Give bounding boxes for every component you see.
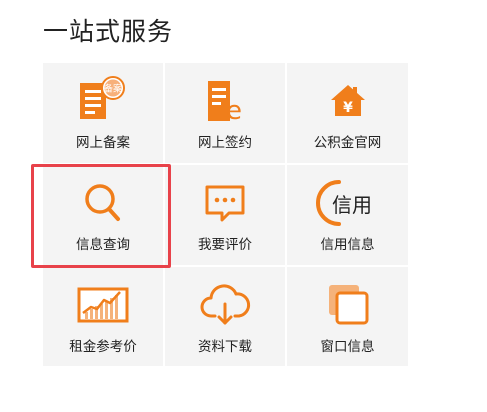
tile-label: 我要评价 [198,237,252,253]
badge-text: ¥ [343,100,353,116]
tile-feedback[interactable]: 我要评价 [165,165,285,265]
tile-online-filing[interactable]: 备案 网上备案 [43,63,163,163]
house-yuan-icon: ¥ [319,75,377,127]
credit-seal-icon: 信用 [315,177,377,229]
document-badge-icon: 备案 [74,75,132,127]
tile-label: 网上签约 [198,135,252,151]
cloud-download-icon [196,279,254,331]
badge-text: 信用 [332,193,372,217]
tile-online-signing[interactable]: e 网上签约 [165,63,285,163]
tile-label: 窗口信息 [320,339,375,355]
tile-label: 信息查询 [76,237,130,253]
tile-label: 租金参考价 [69,339,137,355]
tile-label: 网上备案 [76,135,130,151]
badge-text: 备案 [104,83,122,95]
tile-rent-reference[interactable]: 租金参考价 [43,267,163,366]
tile-label: 资料下载 [198,339,252,355]
badge-text: e [226,96,242,126]
tile-window-info[interactable]: 窗口信息 [287,267,408,366]
one-stop-service-panel: 一站式服务 备案 网上备案 e 网上签约 ¥ 公积金官网 信息查询 我要评价 信… [0,0,487,412]
search-icon [74,177,132,229]
tile-housing-fund[interactable]: ¥ 公积金官网 [287,63,408,163]
tile-downloads[interactable]: 资料下载 [165,267,285,366]
tile-label: 信用信息 [320,237,375,253]
service-grid: 备案 网上备案 e 网上签约 ¥ 公积金官网 信息查询 我要评价 信用 信用信息… [43,63,408,366]
tile-info-query[interactable]: 信息查询 [43,165,163,265]
tile-label: 公积金官网 [313,135,382,151]
document-e-icon: e [196,75,254,127]
section-title: 一站式服务 [43,17,174,46]
tile-credit-info[interactable]: 信用 信用信息 [287,165,408,265]
chat-bubble-icon [196,177,254,229]
window-icon [319,279,377,331]
chart-icon [74,279,132,331]
